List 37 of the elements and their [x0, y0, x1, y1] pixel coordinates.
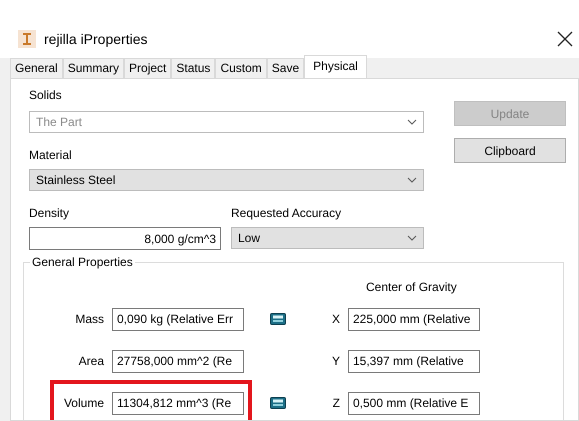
dropdown-caret-icon: [407, 177, 417, 183]
calculator-icon[interactable]: [270, 397, 286, 409]
dropdown-caret-icon: [407, 119, 417, 125]
tab[interactable]: Physical: [304, 55, 367, 78]
field-label: Density: [29, 205, 70, 221]
app-icon: [18, 30, 36, 48]
axis-label: X: [330, 311, 341, 328]
field-label: Solids: [29, 87, 63, 103]
tab[interactable]: Save: [266, 58, 304, 78]
column-heading: Center of Gravity: [366, 279, 457, 295]
tab[interactable]: General: [10, 58, 63, 78]
tab[interactable]: Status: [171, 58, 216, 78]
dropdown[interactable]: Low: [231, 227, 424, 249]
calculator-icon[interactable]: [270, 313, 286, 325]
text-field[interactable]: 27758,000 mm^2 (Re: [112, 350, 244, 372]
dropdown[interactable]: Stainless Steel: [29, 169, 424, 191]
text-field[interactable]: 0,090 kg (Relative Err: [112, 308, 244, 330]
text-field[interactable]: 15,397 mm (Relative: [348, 350, 480, 372]
tab[interactable]: Custom: [215, 58, 267, 78]
text-field[interactable]: 8,000 g/cm^3: [29, 227, 221, 250]
text-field[interactable]: 225,000 mm (Relative: [348, 308, 480, 330]
text-field[interactable]: 0,500 mm (Relative E: [348, 392, 480, 414]
button[interactable]: Clipboard: [454, 138, 566, 163]
field-label: Area: [78, 353, 105, 370]
dropdown-caret-icon: [407, 235, 417, 241]
field-label: Material: [29, 147, 73, 163]
field-label: Requested Accuracy: [231, 205, 342, 221]
tab[interactable]: Project: [124, 58, 172, 78]
close-icon[interactable]: [557, 31, 573, 47]
axis-label: Y: [330, 353, 341, 370]
text-field[interactable]: 11304,812 mm^3 (Re: [112, 392, 244, 414]
window-title: rejilla iProperties: [44, 30, 148, 49]
field-label: Mass: [74, 311, 105, 328]
group-title: General Properties: [30, 254, 135, 270]
axis-label: Z: [332, 395, 341, 412]
tab[interactable]: Summary: [62, 58, 124, 78]
field-label: Volume: [62, 395, 105, 412]
